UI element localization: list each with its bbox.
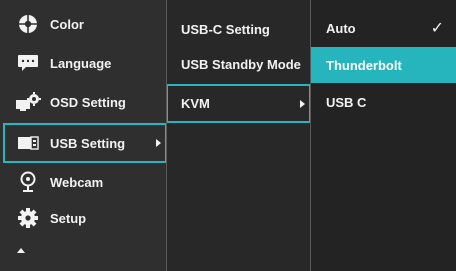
submenu-arrow-icon bbox=[156, 139, 161, 147]
main-menu-item-setup[interactable]: Setup bbox=[0, 199, 166, 237]
osd-menu: Color Language OSD Setting USB Setting W… bbox=[0, 0, 456, 271]
main-menu-column: Color Language OSD Setting USB Setting W… bbox=[0, 0, 167, 271]
main-menu-item-language[interactable]: Language bbox=[0, 44, 166, 82]
option-auto[interactable]: Auto ✓ bbox=[310, 10, 456, 46]
options-column: Auto ✓ Thunderbolt USB C bbox=[310, 0, 456, 271]
osd-setting-icon bbox=[14, 91, 42, 113]
option-thunderbolt[interactable]: Thunderbolt bbox=[310, 47, 456, 83]
main-menu-item-osd-setting[interactable]: OSD Setting bbox=[0, 83, 166, 121]
submenu-column: USB-C Setting USB Standby Mode KVM bbox=[166, 0, 311, 271]
scroll-up-arrow-icon[interactable] bbox=[17, 248, 25, 253]
language-icon bbox=[14, 52, 42, 74]
usb-setting-icon bbox=[14, 132, 42, 154]
submenu-item-usb-standby-mode[interactable]: USB Standby Mode bbox=[166, 45, 310, 83]
setup-gear-icon bbox=[14, 207, 42, 229]
color-wheel-icon bbox=[14, 13, 42, 35]
submenu-item-kvm[interactable]: KVM bbox=[166, 84, 311, 123]
main-menu-item-usb-setting[interactable]: USB Setting bbox=[3, 123, 167, 163]
main-menu-item-color[interactable]: Color bbox=[0, 5, 166, 43]
option-usb-c[interactable]: USB C bbox=[310, 84, 456, 120]
main-menu-item-webcam[interactable]: Webcam bbox=[0, 163, 166, 201]
submenu-item-usb-c-setting[interactable]: USB-C Setting bbox=[166, 10, 310, 48]
column-divider bbox=[310, 0, 311, 271]
checkmark-icon: ✓ bbox=[430, 20, 444, 37]
column-divider bbox=[166, 0, 167, 271]
webcam-icon bbox=[14, 171, 42, 193]
submenu-arrow-icon bbox=[300, 99, 305, 108]
